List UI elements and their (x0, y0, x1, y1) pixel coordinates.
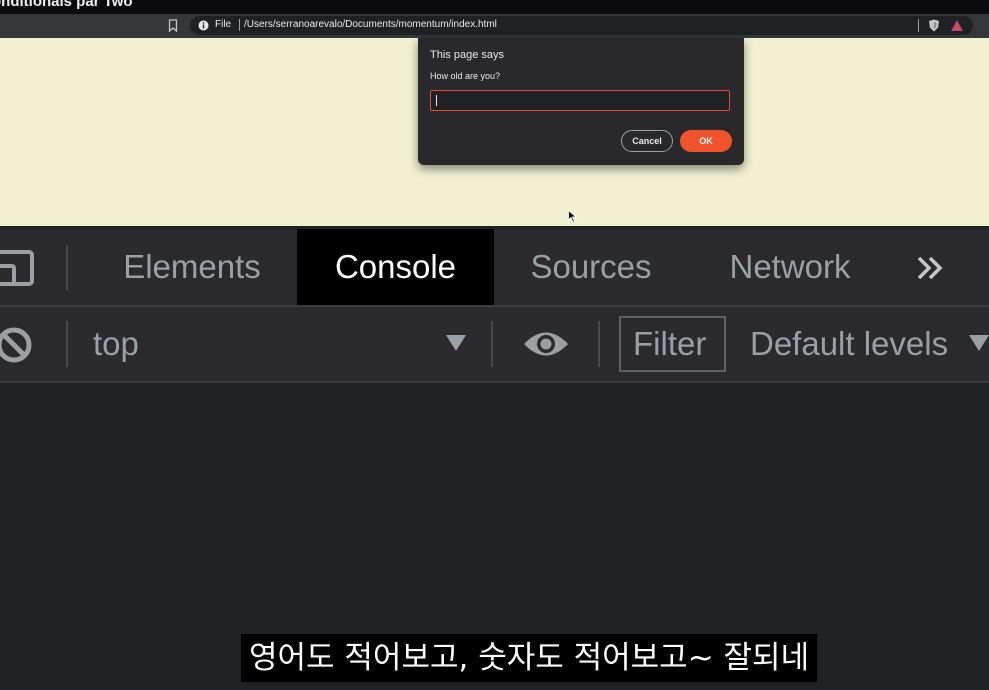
url-scheme-label: File (215, 19, 232, 30)
chevron-down-icon[interactable] (445, 334, 467, 352)
devtools-panel: Elements Console Sources Network top Fil… (0, 226, 989, 690)
info-icon[interactable] (198, 20, 209, 31)
more-tabs-icon[interactable] (915, 253, 945, 283)
clear-console-icon[interactable] (0, 325, 34, 365)
tab-network[interactable]: Network (705, 229, 875, 305)
browser-address-bar: File /Users/serranoarevalo/Documents/mom… (0, 14, 989, 38)
eye-icon[interactable] (522, 327, 570, 361)
toolbar-divider (66, 321, 68, 367)
text-caret (436, 95, 437, 106)
brave-rewards-icon[interactable] (950, 19, 964, 32)
filter-input[interactable]: Filter (619, 316, 726, 372)
chevron-down-icon[interactable] (968, 334, 989, 352)
omnibox-divider (239, 19, 240, 31)
tab-console[interactable]: Console (297, 229, 494, 305)
dialog-title: This page says (430, 49, 504, 61)
toolbar-divider (598, 321, 600, 367)
toolbar-divider (491, 321, 493, 367)
brave-shield-icon[interactable] (928, 19, 940, 32)
omnibox[interactable]: File /Users/serranoarevalo/Documents/mom… (190, 16, 973, 35)
prompt-input[interactable] (430, 90, 730, 111)
tab-elements[interactable]: Elements (97, 229, 287, 305)
console-toolbar: top Filter Default levels (0, 307, 989, 383)
tab-sources[interactable]: Sources (507, 229, 675, 305)
dialog-message: How old are you? (430, 71, 501, 81)
url-text[interactable]: /Users/serranoarevalo/Documents/momentum… (244, 19, 497, 30)
video-subtitle: 영어도 적어보고, 숫자도 적어보고~ 잘되네 (241, 634, 818, 682)
prompt-dialog: This page says How old are you? Cancel O… (418, 38, 744, 165)
video-title: onditionals par Two (0, 0, 133, 10)
video-title-bar: onditionals par Two (0, 0, 989, 14)
tab-divider (66, 245, 68, 290)
context-select[interactable]: top (93, 307, 139, 381)
mouse-cursor-icon (568, 210, 577, 223)
devtools-tab-bar: Elements Console Sources Network (0, 229, 989, 307)
log-levels-select[interactable]: Default levels (750, 307, 948, 381)
cancel-button[interactable]: Cancel (621, 130, 673, 152)
omnibox-divider-right (918, 19, 919, 32)
ok-button[interactable]: OK (680, 130, 732, 152)
bookmark-icon[interactable] (168, 19, 178, 32)
device-toolbar-icon[interactable] (0, 246, 36, 290)
